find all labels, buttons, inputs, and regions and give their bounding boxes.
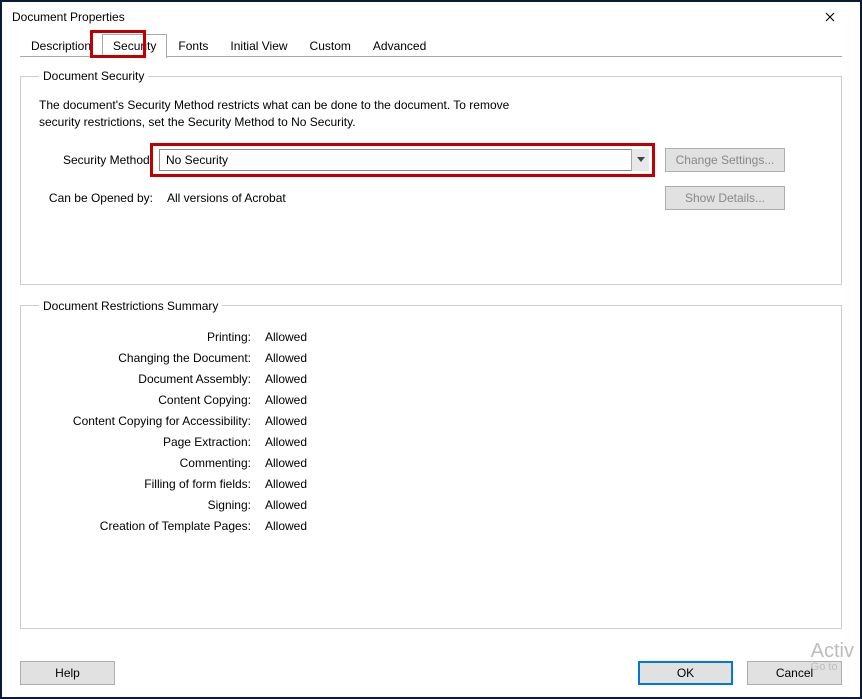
- document-properties-window: Document Properties Description Security…: [0, 0, 862, 699]
- restriction-row: Content Copying for Accessibility:Allowe…: [39, 414, 823, 428]
- restriction-label: Commenting:: [39, 456, 257, 470]
- restriction-value: Allowed: [257, 414, 307, 428]
- restriction-label: Document Assembly:: [39, 372, 257, 386]
- chevron-down-icon: [631, 149, 649, 171]
- restriction-row: Document Assembly:Allowed: [39, 372, 823, 386]
- ok-button[interactable]: OK: [638, 661, 733, 685]
- restriction-value: Allowed: [257, 435, 307, 449]
- show-details-button[interactable]: Show Details...: [665, 186, 785, 210]
- restriction-label: Content Copying for Accessibility:: [39, 414, 257, 428]
- tab-advanced[interactable]: Advanced: [362, 34, 437, 57]
- restriction-row: Filling of form fields:Allowed: [39, 477, 823, 491]
- restriction-value: Allowed: [257, 498, 307, 512]
- restriction-label: Changing the Document:: [39, 351, 257, 365]
- restriction-row: Commenting:Allowed: [39, 456, 823, 470]
- cancel-button[interactable]: Cancel: [747, 661, 842, 685]
- titlebar: Document Properties: [2, 2, 860, 32]
- document-restrictions-legend: Document Restrictions Summary: [39, 299, 222, 313]
- tab-custom[interactable]: Custom: [299, 34, 362, 57]
- restriction-label: Signing:: [39, 498, 257, 512]
- restriction-label: Content Copying:: [39, 393, 257, 407]
- restriction-label: Filling of form fields:: [39, 477, 257, 491]
- tab-bar: Description Security Fonts Initial View …: [2, 32, 860, 57]
- document-security-legend: Document Security: [39, 69, 148, 83]
- tab-fonts[interactable]: Fonts: [167, 34, 219, 57]
- restriction-row: Signing:Allowed: [39, 498, 823, 512]
- help-button[interactable]: Help: [20, 661, 115, 685]
- document-restrictions-group: Document Restrictions Summary Printing:A…: [20, 299, 842, 629]
- security-method-row: Security Method: No Security Change Sett…: [39, 148, 823, 172]
- restriction-value: Allowed: [257, 372, 307, 386]
- restrictions-list: Printing:AllowedChanging the Document:Al…: [39, 330, 823, 533]
- restriction-row: Page Extraction:Allowed: [39, 435, 823, 449]
- restriction-label: Page Extraction:: [39, 435, 257, 449]
- security-method-value: No Security: [166, 153, 228, 167]
- close-icon: [825, 12, 835, 22]
- opened-by-label: Can be Opened by:: [39, 191, 159, 205]
- window-title: Document Properties: [12, 10, 808, 24]
- restriction-value: Allowed: [257, 456, 307, 470]
- restriction-row: Printing:Allowed: [39, 330, 823, 344]
- footer: Help OK Cancel: [2, 653, 860, 697]
- content-area: Document Security The document's Securit…: [2, 57, 860, 653]
- restriction-row: Changing the Document:Allowed: [39, 351, 823, 365]
- tab-initial-view[interactable]: Initial View: [219, 34, 298, 57]
- security-method-select[interactable]: No Security: [159, 149, 649, 171]
- restriction-value: Allowed: [257, 351, 307, 365]
- restriction-value: Allowed: [257, 393, 307, 407]
- restriction-value: Allowed: [257, 477, 307, 491]
- restriction-value: Allowed: [257, 519, 307, 533]
- tab-description[interactable]: Description: [20, 34, 102, 57]
- document-security-group: Document Security The document's Securit…: [20, 69, 842, 285]
- opened-by-value: All versions of Acrobat: [159, 191, 649, 205]
- restriction-row: Creation of Template Pages:Allowed: [39, 519, 823, 533]
- restriction-value: Allowed: [257, 330, 307, 344]
- security-description: The document's Security Method restricts…: [39, 97, 823, 132]
- close-button[interactable]: [808, 3, 852, 31]
- restriction-label: Printing:: [39, 330, 257, 344]
- tab-security[interactable]: Security: [102, 34, 167, 58]
- restriction-row: Content Copying:Allowed: [39, 393, 823, 407]
- opened-by-row: Can be Opened by: All versions of Acroba…: [39, 186, 823, 210]
- security-method-label: Security Method:: [39, 153, 159, 167]
- restriction-label: Creation of Template Pages:: [39, 519, 257, 533]
- change-settings-button[interactable]: Change Settings...: [665, 148, 785, 172]
- security-method-select-wrap: No Security: [159, 149, 649, 171]
